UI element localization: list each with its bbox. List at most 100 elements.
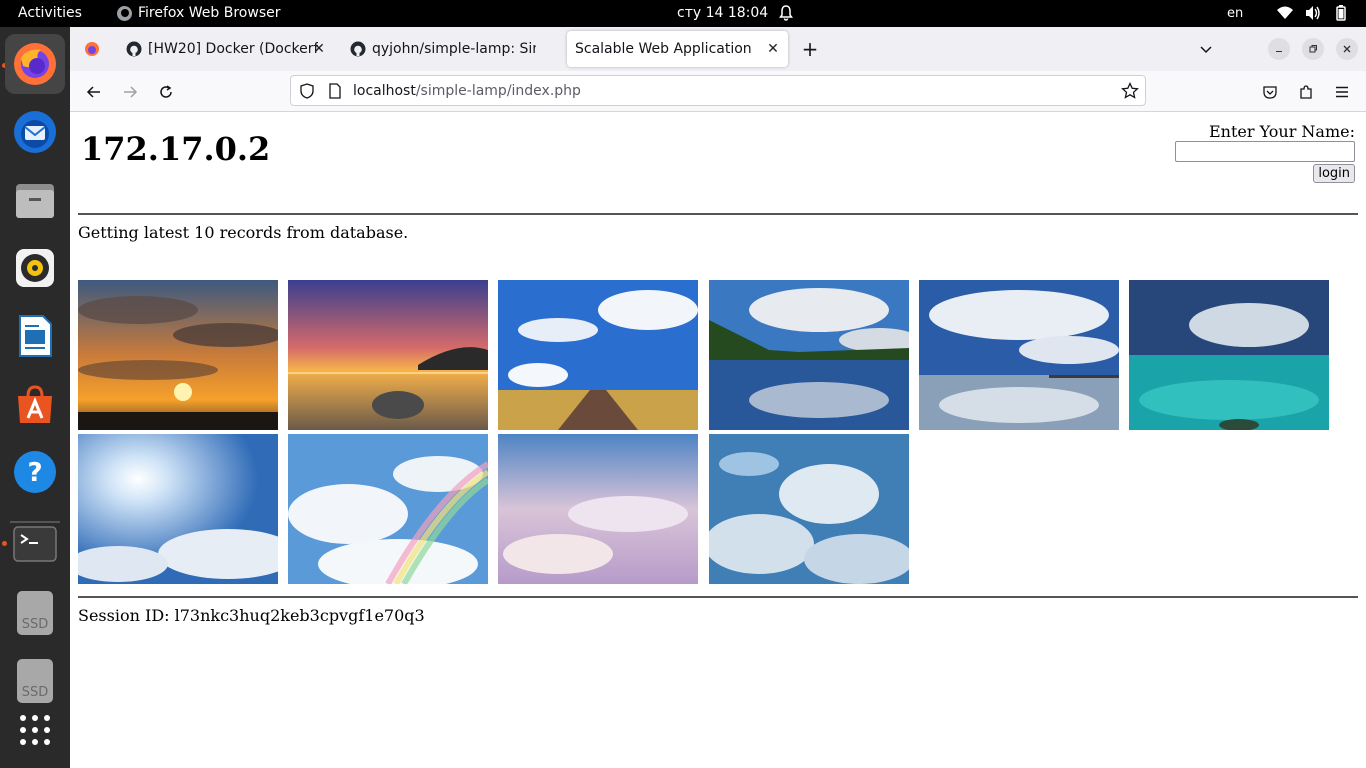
image-cumulus-clouds[interactable] — [709, 434, 909, 584]
plus-icon: + — [801, 37, 819, 61]
page-heading: 172.17.0.2 — [81, 130, 271, 168]
terminal-icon — [13, 526, 57, 562]
svg-text:SSD: SSD — [22, 617, 49, 632]
github-icon — [350, 41, 366, 57]
files-icon — [16, 184, 54, 218]
image-sunset-clouds-city[interactable] — [78, 280, 278, 430]
language-indicator[interactable]: en — [1227, 6, 1243, 21]
dock-ubuntu-software[interactable] — [5, 374, 65, 434]
drive-icon: SSD — [17, 659, 53, 703]
gnome-top-bar: Activities Firefox Web Browser сту 14 18… — [0, 0, 1366, 27]
dock-thunderbird[interactable] — [5, 102, 65, 162]
writer-icon — [19, 315, 52, 357]
tab-label: qyjohn/simple-lamp: Simp — [372, 41, 536, 57]
image-turquoise-sea-clouds[interactable] — [1129, 280, 1329, 430]
show-applications-button[interactable] — [5, 700, 65, 760]
close-window-button[interactable] — [1336, 38, 1358, 60]
software-store-icon — [18, 385, 52, 423]
close-icon — [1343, 45, 1351, 53]
url-host: localhost — [353, 83, 416, 99]
dock-rhythmbox[interactable] — [5, 238, 65, 298]
image-rainbow-clouds[interactable] — [288, 434, 488, 584]
list-all-tabs-button[interactable] — [1194, 31, 1218, 67]
image-lake-reflection-clouds[interactable] — [709, 280, 909, 430]
image-sun-rays-clouds[interactable] — [78, 434, 278, 584]
bookmark-star-icon[interactable] — [1121, 82, 1139, 100]
app-menu-label: Firefox Web Browser — [138, 5, 281, 21]
arrow-left-icon — [86, 86, 100, 98]
tab-simple-lamp[interactable]: qyjohn/simple-lamp: Simp — [344, 31, 558, 67]
clock[interactable]: сту 14 18:04 — [677, 5, 768, 21]
chevron-down-icon — [1200, 46, 1212, 54]
dock-help[interactable]: ? — [5, 442, 65, 502]
forward-button[interactable] — [117, 79, 143, 105]
url-text[interactable]: localhost/simple-lamp/index.php — [353, 83, 581, 99]
notification-bell-icon[interactable] — [777, 4, 795, 22]
firefox-icon — [85, 42, 99, 56]
image-pier-clouds-reflection[interactable] — [919, 280, 1119, 430]
reload-icon — [160, 85, 172, 98]
tab-scalable-web-application[interactable]: Scalable Web Application ✕ — [567, 31, 788, 67]
tab-close-icon[interactable]: ✕ — [310, 40, 328, 58]
dock-terminal[interactable] — [5, 514, 65, 574]
dock-files[interactable] — [5, 170, 65, 230]
dock-firefox[interactable] — [5, 34, 65, 94]
horizontal-rule — [78, 596, 1358, 598]
url-path: /simple-lamp/index.php — [415, 83, 581, 99]
image-road-blue-sky[interactable] — [498, 280, 698, 430]
rhythmbox-icon — [16, 249, 54, 287]
tab-label: Scalable Web Application — [575, 41, 752, 57]
app-menu[interactable]: Firefox Web Browser — [117, 5, 281, 21]
firefox-window: [HW20] Docker (Dockerfi ✕ qyjohn/simple-… — [70, 27, 1366, 768]
hamburger-icon — [1336, 86, 1348, 98]
pocket-button[interactable] — [1257, 79, 1283, 105]
back-button[interactable] — [81, 79, 107, 105]
new-tab-button[interactable]: + — [798, 31, 822, 67]
login-label: Enter Your Name: — [1208, 122, 1355, 141]
maximize-button[interactable] — [1302, 38, 1324, 60]
dock: ? SSD SSD — [0, 27, 70, 768]
tab-strip: [HW20] Docker (Dockerfi ✕ qyjohn/simple-… — [70, 27, 1366, 71]
firefox-view-button[interactable] — [78, 31, 106, 67]
name-input[interactable] — [1175, 141, 1355, 162]
minimize-icon — [1276, 51, 1282, 52]
status-text: Getting latest 10 records from database. — [78, 223, 409, 242]
svg-text:?: ? — [27, 458, 42, 488]
login-button[interactable]: login — [1313, 164, 1355, 183]
horizontal-rule — [78, 213, 1358, 215]
shield-icon[interactable] — [299, 83, 315, 99]
menu-button[interactable] — [1329, 79, 1355, 105]
firefox-icon — [14, 43, 56, 85]
tab-close-icon[interactable]: ✕ — [764, 40, 782, 58]
help-icon: ? — [14, 451, 56, 493]
pocket-icon — [1263, 86, 1277, 99]
reload-button[interactable] — [153, 79, 179, 105]
web-page: 172.17.0.2 Enter Your Name: login Gettin… — [70, 112, 1366, 768]
system-menu[interactable] — [1276, 4, 1350, 22]
github-icon — [126, 41, 142, 57]
activities-button[interactable]: Activities — [18, 5, 82, 21]
firefox-icon — [117, 5, 132, 21]
dock-libreoffice-writer[interactable] — [5, 306, 65, 366]
tab-label: [HW20] Docker (Dockerfi — [148, 41, 318, 57]
restore-icon — [1309, 45, 1317, 53]
url-bar[interactable]: localhost/simple-lamp/index.php — [290, 75, 1146, 106]
svg-text:SSD: SSD — [22, 685, 49, 700]
login-form: Enter Your Name: login — [1175, 122, 1355, 183]
extensions-button[interactable] — [1293, 79, 1319, 105]
puzzle-icon — [1300, 85, 1312, 99]
minimize-button[interactable] — [1268, 38, 1290, 60]
arrow-right-icon — [124, 86, 138, 98]
session-id: Session ID: l73nkc3huq2keb3cpvgf1e70q3 — [78, 606, 425, 625]
image-pastel-clouds[interactable] — [498, 434, 698, 584]
app-grid-icon — [20, 715, 50, 745]
image-beach-sunset-rock[interactable] — [288, 280, 488, 430]
drive-icon: SSD — [17, 591, 53, 635]
battery-icon — [1336, 5, 1346, 21]
volume-icon — [1306, 6, 1320, 20]
navigation-toolbar: localhost/simple-lamp/index.php — [70, 71, 1366, 112]
thunderbird-icon — [14, 111, 56, 153]
dock-ssd-drive[interactable]: SSD — [5, 582, 65, 642]
page-icon[interactable] — [327, 83, 343, 99]
tab-docker[interactable]: [HW20] Docker (Dockerfi ✕ — [120, 31, 334, 67]
